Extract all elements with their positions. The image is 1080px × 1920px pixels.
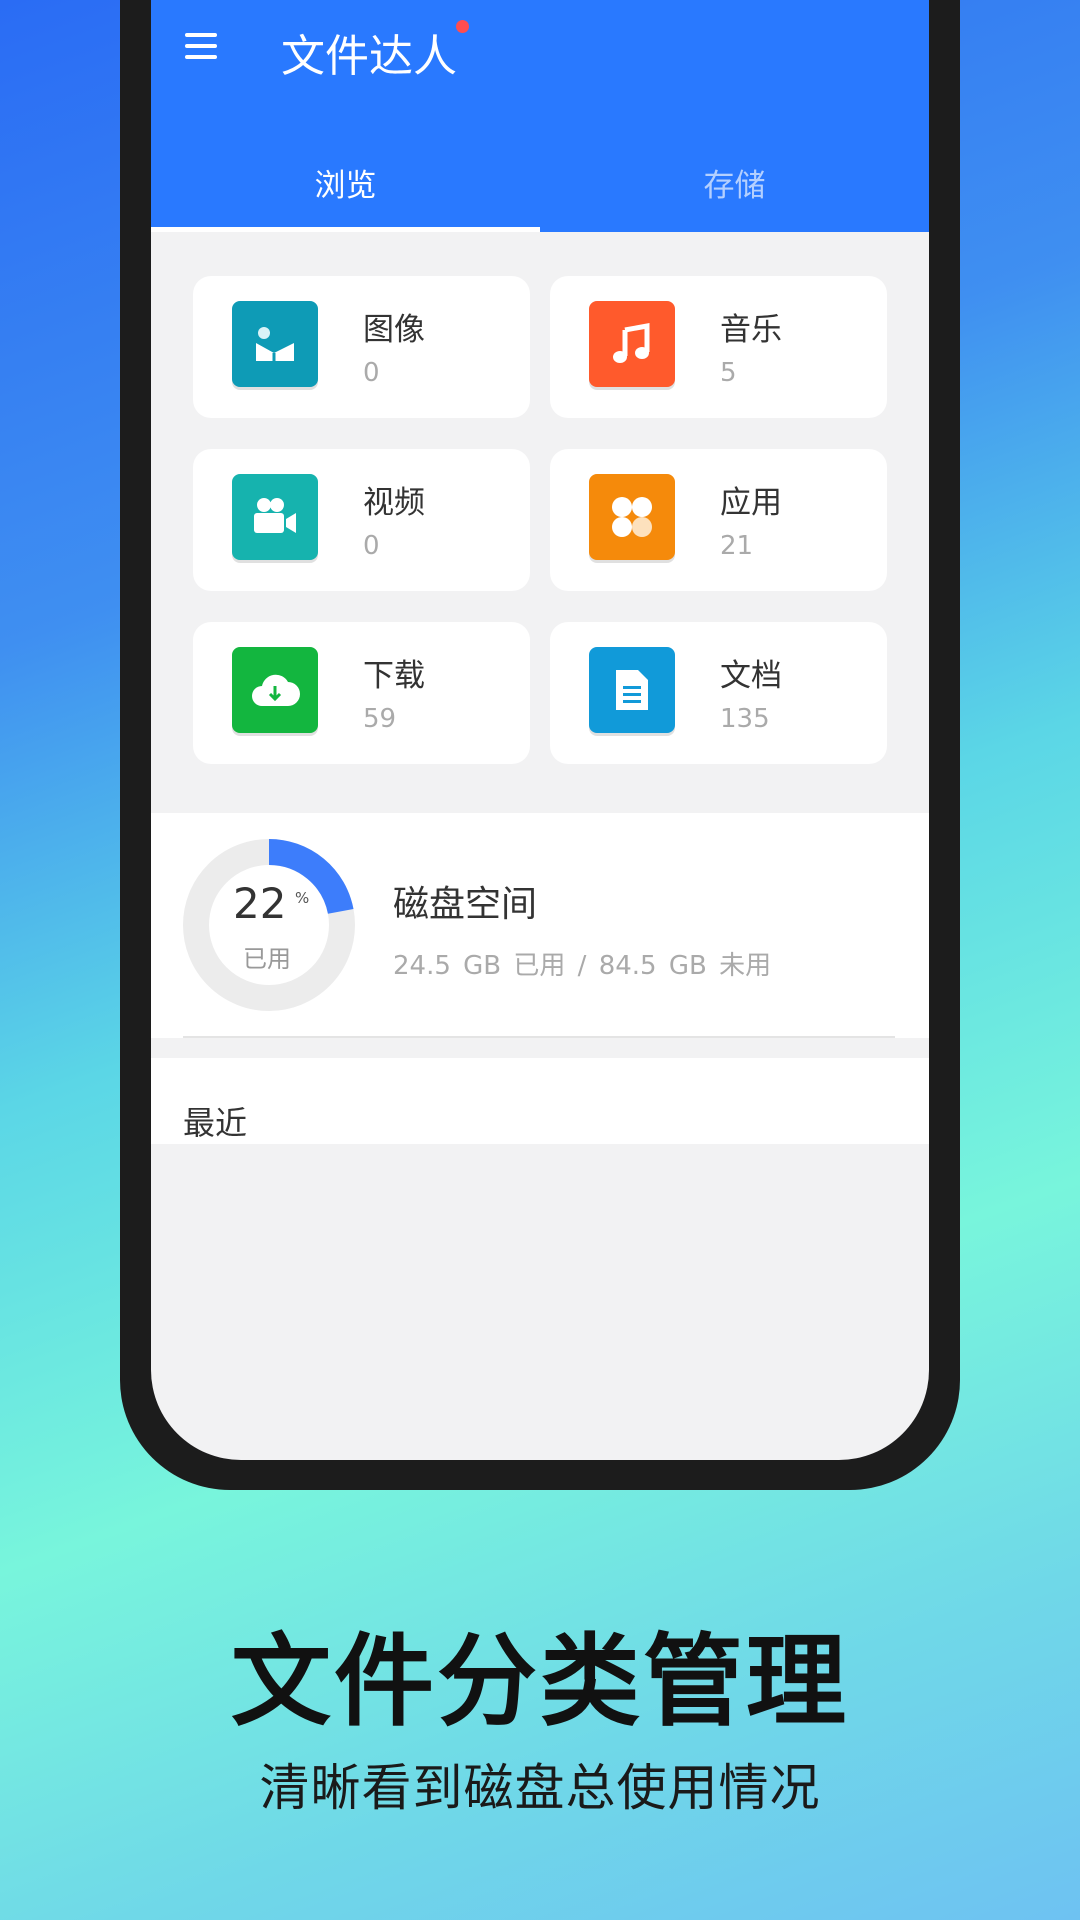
disk-used-label: 已用: [243, 945, 291, 973]
cloud-download-icon: [232, 647, 318, 733]
tab-bar: 浏览 存储: [151, 132, 929, 232]
apps-icon: [589, 474, 675, 560]
category-name: 应用: [720, 485, 782, 521]
category-count: 135: [720, 704, 770, 734]
category-card-music[interactable]: 音乐 5: [550, 276, 887, 418]
app-bar: 文件达人 浏览 存储: [151, 0, 929, 232]
disk-space-panel[interactable]: 22 % 已用 磁盘空间 24.5 GB 已用 / 84.5 GB 未用: [151, 813, 929, 1038]
music-icon: [589, 301, 675, 387]
tab-browse[interactable]: 浏览: [151, 132, 540, 232]
divider: [183, 1036, 895, 1038]
category-name: 图像: [363, 312, 425, 348]
category-name: 文档: [720, 658, 782, 694]
category-name: 下载: [363, 658, 425, 694]
category-card-document[interactable]: 文档 135: [550, 622, 887, 764]
category-count: 5: [720, 358, 737, 388]
category-count: 59: [363, 704, 397, 734]
recent-section: 最近: [151, 1058, 929, 1144]
category-name: 音乐: [720, 312, 782, 348]
category-card-apps[interactable]: 应用 21: [550, 449, 887, 591]
category-name: 视频: [363, 485, 425, 521]
category-card-download[interactable]: 下载 59: [193, 622, 530, 764]
document-icon: [589, 647, 675, 733]
app-screen: 文件达人 浏览 存储 图像 0 音乐 5 视频 0 应用 21 下载 59 文档…: [151, 0, 929, 1460]
promo-headline: 文件分类管理: [231, 1623, 849, 1740]
video-camera-icon: [232, 474, 318, 560]
disk-percent-sign: %: [295, 889, 310, 907]
recent-title: 最近: [183, 1104, 248, 1142]
category-count: 0: [363, 531, 380, 561]
disk-detail: 24.5 GB 已用 / 84.5 GB 未用: [393, 951, 772, 981]
category-card-image[interactable]: 图像 0: [193, 276, 530, 418]
app-title: 文件达人: [281, 31, 457, 82]
promo-subline: 清晰看到磁盘总使用情况: [259, 1759, 821, 1817]
tab-storage[interactable]: 存储: [540, 132, 929, 232]
category-card-video[interactable]: 视频 0: [193, 449, 530, 591]
menu-icon[interactable]: [185, 30, 219, 60]
category-count: 0: [363, 358, 380, 388]
category-count: 21: [720, 531, 754, 561]
disk-percent: 22: [233, 879, 287, 928]
category-grid: 图像 0 音乐 5 视频 0 应用 21 下载 59 文档 135: [193, 276, 887, 764]
notification-dot: [456, 20, 469, 33]
disk-title: 磁盘空间: [393, 884, 538, 925]
image-icon: [232, 301, 318, 387]
